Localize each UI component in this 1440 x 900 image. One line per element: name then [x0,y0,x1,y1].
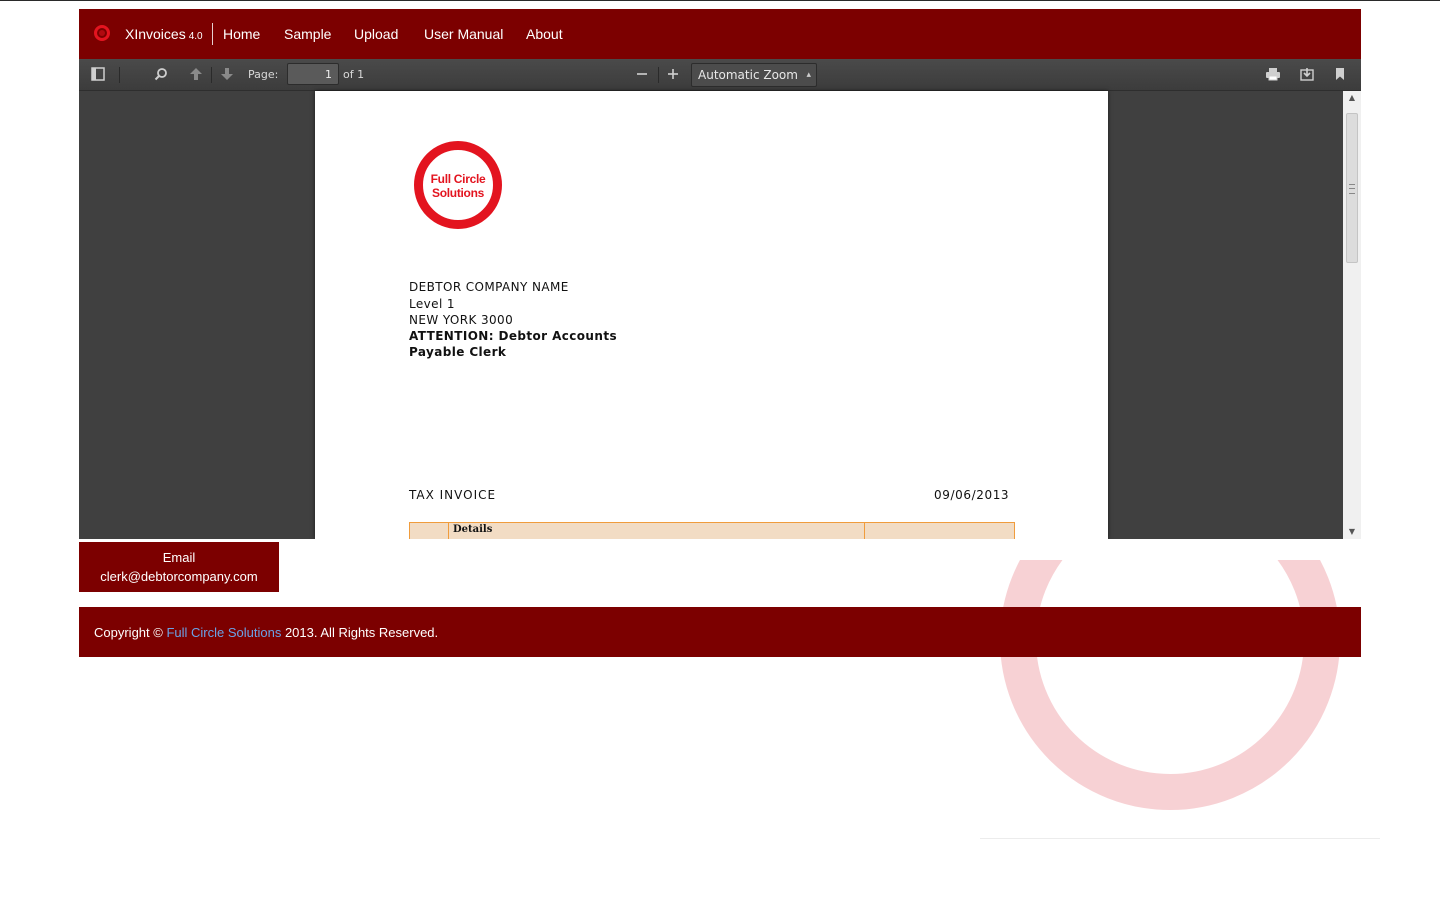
copyright-text: Copyright © Full Circle Solutions 2013. … [94,625,438,640]
previous-page-icon[interactable] [188,67,204,83]
sidebar-toggle-icon[interactable] [90,67,106,83]
zoom-select[interactable]: Automatic Zoom ▴▾ [691,63,817,102]
search-icon[interactable] [153,67,169,83]
nav-user-manual[interactable]: User Manual [424,26,503,42]
nav-upload[interactable]: Upload [354,26,398,42]
company-logo: Full Circle Solutions [414,141,502,229]
bookmark-icon[interactable] [1332,67,1348,83]
toolbar-separator [119,67,120,83]
zoom-out-icon[interactable] [634,67,650,83]
zoom-value: Automatic Zoom [698,68,798,82]
address-line: NEW YORK 3000 [409,313,514,327]
scroll-down-icon[interactable]: ▼ [1343,525,1361,539]
download-icon[interactable] [1299,67,1315,83]
address-line: DEBTOR COMPANY NAME [409,280,569,294]
brand-separator [212,23,213,45]
viewer-toolbar: Page: of 1 Automatic Zoom ▴▾ [79,59,1361,102]
page-count: of 1 [343,68,365,81]
copyright-prefix: Copyright © [94,625,163,640]
company-link[interactable]: Full Circle Solutions [166,625,281,640]
brand-logo-icon[interactable] [94,25,110,41]
page-number-input[interactable] [287,63,339,85]
invoice-title: TAX INVOICE [409,488,497,502]
email-box: Email clerk@debtorcompany.com [79,542,279,592]
toolbar-separator [658,67,659,83]
grip-icon [1349,184,1355,194]
email-label: Email [162,550,196,565]
company-logo-text: Full Circle Solutions [430,172,486,200]
navbar: XInvoices 4.0 Home Sample Upload User Man… [79,9,1361,59]
invoice-table: Details [409,522,1015,539]
zoom-in-icon[interactable] [665,67,681,83]
page-label: Page: [248,68,279,81]
pdf-canvas-area[interactable]: Full Circle Solutions DEBTOR COMPANY NAM… [79,91,1343,539]
attention-line: Payable Clerk [409,345,507,359]
top-rule [0,0,1440,1]
next-page-icon[interactable] [219,67,235,83]
print-icon[interactable] [1265,67,1281,83]
address-line: Level 1 [409,297,455,311]
nav-about[interactable]: About [526,26,563,42]
watermark-logo [980,560,1380,840]
watermark-divider [980,838,1380,839]
brand-name: XInvoices [125,26,186,42]
table-header-details: Details [453,524,493,535]
watermark-ring [1000,560,1340,810]
pdf-page: Full Circle Solutions DEBTOR COMPANY NAM… [315,91,1108,539]
table-divider [864,523,865,539]
nav-home[interactable]: Home [223,26,260,42]
scroll-up-icon[interactable]: ▲ [1343,91,1361,105]
copyright-suffix: 2013. All Rights Reserved. [284,625,439,640]
vertical-scrollbar[interactable]: ▲ ▼ [1343,91,1361,539]
pdf-viewer: Page: of 1 Automatic Zoom ▴▾ Full Circle [79,59,1361,539]
invoice-date: 09/06/2013 [934,488,1010,502]
nav-sample[interactable]: Sample [284,26,331,42]
brand[interactable]: XInvoices 4.0 [125,26,203,42]
attention-line: ATTENTION: Debtor Accounts [409,329,618,343]
table-divider [448,523,449,539]
scrollbar-thumb[interactable] [1346,113,1358,263]
toolbar-separator [211,67,212,83]
brand-version: 4.0 [188,31,203,42]
email-address: clerk@debtorcompany.com [100,569,258,584]
footer: Copyright © Full Circle Solutions 2013. … [79,607,1361,657]
